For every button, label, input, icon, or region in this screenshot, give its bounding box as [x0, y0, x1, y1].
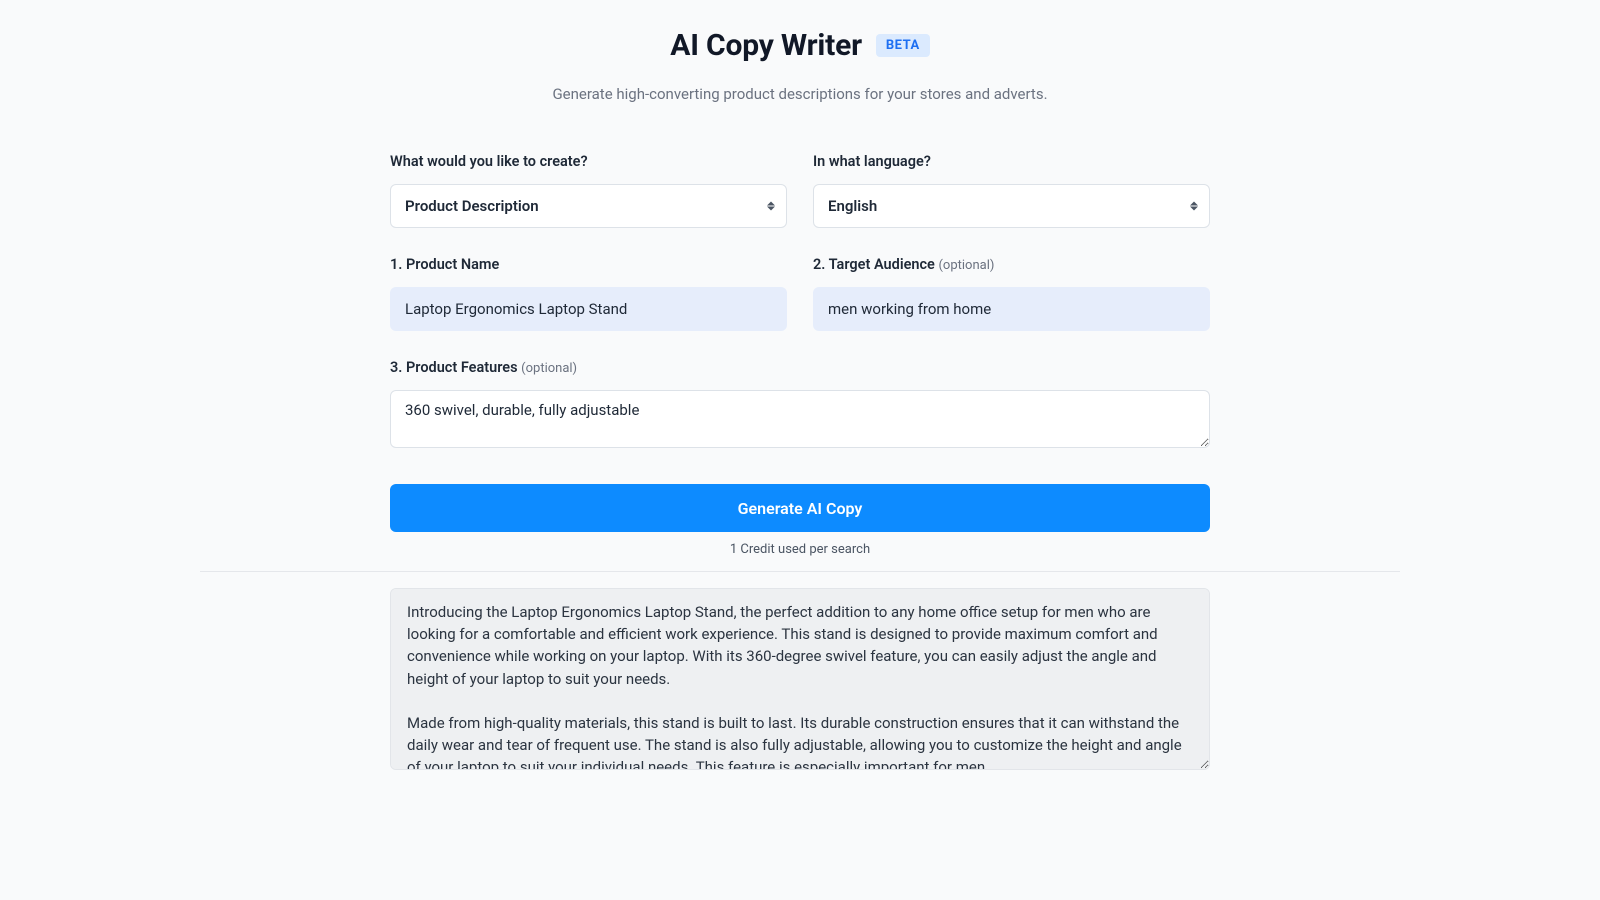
- row-features: 3. Product Features (optional): [390, 359, 1210, 452]
- target-audience-label: 2. Target Audience (optional): [813, 256, 1210, 273]
- target-audience-input[interactable]: [813, 287, 1210, 331]
- output-wrap: [390, 588, 1210, 774]
- col-target-audience: 2. Target Audience (optional): [813, 256, 1210, 331]
- header: AI Copy Writer BETA Generate high-conver…: [200, 28, 1400, 103]
- row-inputs: 1. Product Name 2. Target Audience (opti…: [390, 256, 1210, 331]
- title-row: AI Copy Writer BETA: [670, 28, 930, 63]
- generate-button[interactable]: Generate AI Copy: [390, 484, 1210, 532]
- language-select-wrap: English: [813, 184, 1210, 228]
- credit-note: 1 Credit used per search: [390, 542, 1210, 557]
- language-select[interactable]: English: [813, 184, 1210, 228]
- page-title: AI Copy Writer: [670, 28, 862, 63]
- row-selects: What would you like to create? Product D…: [390, 153, 1210, 228]
- beta-badge: BETA: [876, 34, 930, 57]
- create-label: What would you like to create?: [390, 153, 787, 170]
- col-language: In what language? English: [813, 153, 1210, 228]
- create-select-wrap: Product Description: [390, 184, 787, 228]
- features-label: 3. Product Features (optional): [390, 359, 1210, 376]
- col-create: What would you like to create? Product D…: [390, 153, 787, 228]
- form-area: What would you like to create? Product D…: [390, 153, 1210, 557]
- product-name-input[interactable]: [390, 287, 787, 331]
- page-subtitle: Generate high-converting product descrip…: [200, 85, 1400, 103]
- features-label-text: 3. Product Features: [390, 359, 521, 376]
- page-container: AI Copy Writer BETA Generate high-conver…: [200, 0, 1400, 774]
- col-product-name: 1. Product Name: [390, 256, 787, 331]
- optional-hint: (optional): [521, 361, 577, 376]
- section-divider: [200, 571, 1400, 572]
- language-label: In what language?: [813, 153, 1210, 170]
- output-textarea[interactable]: [390, 588, 1210, 770]
- features-textarea[interactable]: [390, 390, 1210, 448]
- product-name-label: 1. Product Name: [390, 256, 787, 273]
- create-select[interactable]: Product Description: [390, 184, 787, 228]
- target-audience-label-text: 2. Target Audience: [813, 256, 938, 273]
- optional-hint: (optional): [938, 258, 994, 273]
